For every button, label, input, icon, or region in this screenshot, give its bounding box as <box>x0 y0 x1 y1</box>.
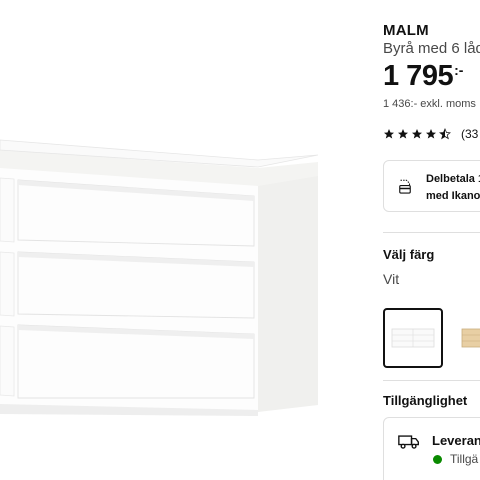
product-description: Byrå med 6 lådor <box>383 40 480 57</box>
swatch-oak-image <box>461 328 480 348</box>
star-icon <box>384 129 394 139</box>
card-payment-icon <box>399 179 411 194</box>
price: 1 795:- <box>383 60 463 93</box>
product-name: MALM <box>383 22 429 39</box>
financing-box[interactable]: Delbetala 1 med Ikano <box>383 160 480 212</box>
delivery-status: Tillgä <box>450 452 479 466</box>
financing-line-1: Delbetala 1 <box>426 173 480 185</box>
swatch-white-image <box>391 328 435 348</box>
star-icon <box>412 129 422 139</box>
star-icon <box>398 129 408 139</box>
product-info-panel: MALM Byrå med 6 lådor 1 795:- 1 436:- ex… <box>383 0 480 480</box>
truck-icon <box>398 435 419 449</box>
selected-color: Vit <box>383 271 400 287</box>
star-half-icon <box>439 128 451 140</box>
divider <box>383 380 480 381</box>
availability-status-dot <box>433 455 442 464</box>
color-heading: Välj färg <box>383 247 435 262</box>
price-excluding-vat: 1 436:- exkl. moms <box>383 98 476 110</box>
availability-heading: Tillgänglighet <box>383 393 468 408</box>
price-suffix: :- <box>454 62 464 78</box>
color-swatch-oak[interactable] <box>453 308 480 368</box>
delivery-availability-box[interactable]: Leveran Tillgä <box>383 417 480 480</box>
price-amount: 1 795 <box>383 60 454 92</box>
star-icon <box>426 129 436 139</box>
delivery-title: Leveran <box>432 433 480 448</box>
rating[interactable]: (33 <box>383 127 478 141</box>
color-swatch-white[interactable] <box>383 308 443 368</box>
product-image[interactable] <box>0 0 370 480</box>
rating-count: (33 <box>461 127 479 141</box>
financing-line-2: med Ikano <box>426 190 480 202</box>
divider <box>383 232 480 233</box>
dresser-illustration <box>0 139 319 416</box>
